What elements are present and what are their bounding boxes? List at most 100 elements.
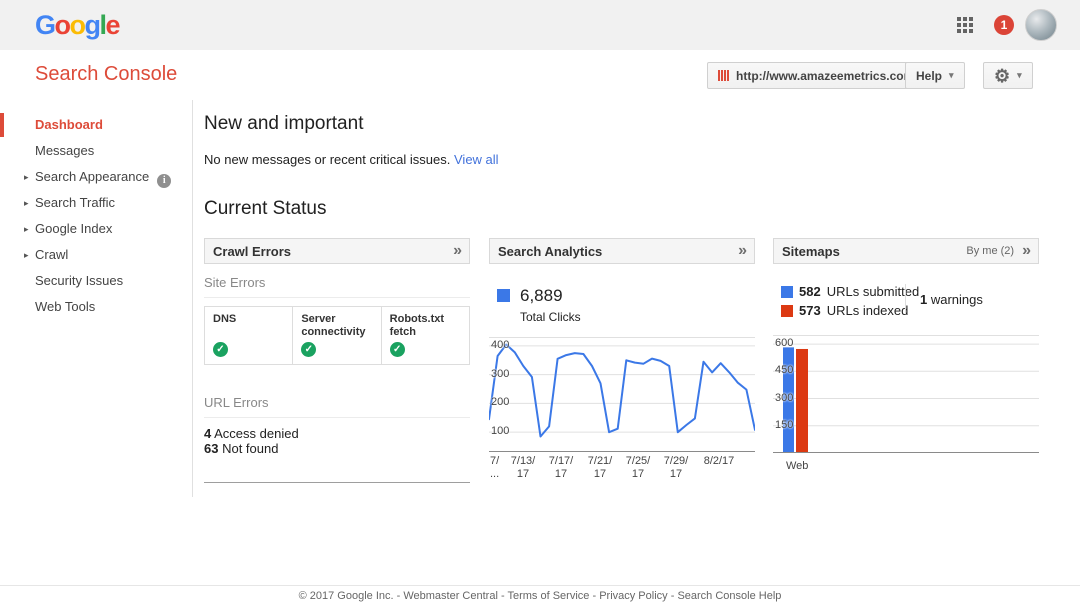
y-axis-tick-label: 450	[775, 364, 793, 377]
logo-letter: G	[35, 10, 55, 40]
urls-bar-chart[interactable]: 150300450600	[773, 335, 1039, 453]
info-icon[interactable]: i	[157, 174, 171, 188]
y-axis-tick-label: 400	[491, 339, 509, 352]
sitemaps-legend-row: 573 URLs indexed	[781, 303, 1039, 318]
view-all-link[interactable]: View all	[454, 152, 499, 167]
x-axis-tick-label: 7/25/17	[618, 455, 658, 481]
sidebar-item-label: Google Index	[35, 221, 112, 236]
warnings-text: 1 warnings	[920, 292, 983, 307]
url-error-row[interactable]: 4 Access denied	[204, 426, 470, 441]
warnings-label: warnings	[931, 292, 983, 307]
double-chevron-icon[interactable]: »	[1022, 242, 1030, 260]
expand-triangle-icon[interactable]: ▸	[24, 164, 29, 190]
notification-badge[interactable]: 1	[994, 15, 1014, 35]
sidebar-item-security-issues[interactable]: Security Issues	[0, 268, 192, 294]
footer-link-webmaster-central[interactable]: Webmaster Central	[403, 590, 498, 602]
page-title: Search Console	[35, 63, 177, 86]
footer-link-search-console-help[interactable]: Search Console Help	[677, 590, 781, 602]
google-logo[interactable]: Google	[35, 10, 119, 41]
total-clicks-label: Total Clicks	[520, 310, 581, 324]
x-axis-tick-label: 8/2/17	[699, 455, 739, 468]
sidebar-item-dashboard[interactable]: Dashboard	[0, 112, 192, 138]
sidebar-item-label: Search Appearance	[35, 169, 149, 184]
total-clicks-value: 6,889	[520, 286, 581, 306]
current-status-heading: Current Status	[204, 198, 327, 220]
search-analytics-header[interactable]: Search Analytics »	[489, 238, 755, 264]
sidebar-item-google-index[interactable]: ▸ Google Index	[0, 216, 192, 242]
property-bars-icon	[718, 70, 729, 81]
url-error-count: 4	[204, 426, 211, 441]
settings-button[interactable]: ⚙︎ ▾	[983, 62, 1033, 89]
sidebar-item-label: Search Traffic	[35, 195, 115, 210]
sitemaps-header[interactable]: Sitemaps By me (2) »	[773, 238, 1039, 264]
x-axis-tick-label: 7/29/17	[656, 455, 696, 481]
footer-link-terms-of-service[interactable]: Terms of Service	[507, 590, 589, 602]
logo-letter: e	[106, 10, 120, 40]
y-axis-tick-label: 150	[775, 419, 793, 432]
help-button[interactable]: Help ▾	[905, 62, 965, 89]
site-check-label: DNS	[213, 313, 284, 339]
legend-label: URLs indexed	[827, 303, 909, 318]
logo-letter: o	[70, 10, 85, 40]
sitemaps-title: Sitemaps	[782, 244, 840, 259]
sitemaps-legend-row: 582URLs submitted	[781, 284, 1039, 299]
site-check-cell[interactable]: DNS✓	[205, 307, 293, 364]
footer-link-privacy-policy[interactable]: Privacy Policy	[599, 590, 667, 602]
url-error-row[interactable]: 63 Not found	[204, 441, 470, 456]
bar-chart-category-label: Web	[786, 460, 808, 472]
search-analytics-panel: Search Analytics » 6,889 Total Clicks 10…	[489, 238, 755, 488]
sidebar-item-label: Security Issues	[35, 273, 123, 288]
y-axis-tick-label: 300	[491, 368, 509, 381]
site-check-cell[interactable]: Server connectivity✓	[293, 307, 381, 364]
y-axis-tick-label: 200	[491, 396, 509, 409]
x-axis-tick-label: 7/21/17	[580, 455, 620, 481]
site-check-cell[interactable]: Robots.txt fetch ✓	[382, 307, 469, 364]
x-axis-tick-label: 7/13/17	[503, 455, 543, 481]
no-messages-text: No new messages or recent critical issue…	[204, 152, 450, 167]
expand-triangle-icon[interactable]: ▸	[24, 242, 29, 268]
y-axis-tick-label: 100	[491, 425, 509, 438]
sidebar-item-messages[interactable]: Messages	[0, 138, 192, 164]
avatar[interactable]	[1025, 9, 1057, 41]
logo-letter: o	[55, 10, 70, 40]
expand-triangle-icon[interactable]: ▸	[24, 190, 29, 216]
url-error-count: 63	[204, 441, 218, 456]
y-axis-tick-label: 300	[775, 392, 793, 405]
messages-status-line: No new messages or recent critical issue…	[204, 152, 499, 167]
check-ok-icon: ✓	[390, 342, 405, 357]
gear-icon: ⚙︎	[994, 67, 1010, 85]
legend-swatch	[781, 286, 793, 298]
legend-swatch-blue	[497, 289, 510, 302]
expand-triangle-icon[interactable]: ▸	[24, 216, 29, 242]
url-errors-list: 4 Access denied63 Not found	[204, 426, 470, 456]
sidebar-item-label: Messages	[35, 143, 94, 158]
sidebar-item-label: Dashboard	[35, 117, 103, 132]
crawl-errors-header[interactable]: Crawl Errors »	[204, 238, 470, 264]
help-label: Help	[916, 69, 942, 83]
apps-grid-icon[interactable]	[957, 17, 974, 34]
double-chevron-icon[interactable]: »	[738, 242, 746, 260]
double-chevron-icon[interactable]: »	[453, 242, 461, 260]
sidebar-item-web-tools[interactable]: Web Tools	[0, 294, 192, 320]
clicks-line-chart[interactable]: 100 200 300 400	[489, 337, 755, 452]
legend-count: 573	[799, 303, 821, 318]
topbar: Google 1	[0, 0, 1080, 50]
sidebar-item-search-appearance[interactable]: ▸ Search Appearance i	[0, 164, 192, 190]
sidebar-item-label: Web Tools	[35, 299, 95, 314]
sidebar-item-label: Crawl	[35, 247, 68, 262]
sidebar-item-crawl[interactable]: ▸ Crawl	[0, 242, 192, 268]
new-and-important-heading: New and important	[204, 113, 363, 135]
search-analytics-title: Search Analytics	[498, 244, 602, 259]
panel-divider	[204, 482, 470, 483]
site-errors-table: DNS✓Server connectivity✓Robots.txt fetch…	[204, 306, 470, 365]
property-url: http://www.amazeemetrics.com/	[736, 69, 918, 83]
site-check-label: Server connectivity	[301, 313, 372, 339]
site-errors-label: Site Errors	[204, 275, 470, 298]
chevron-down-icon: ▾	[1017, 70, 1022, 81]
sidebar-item-search-traffic[interactable]: ▸ Search Traffic	[0, 190, 192, 216]
sidebar: Dashboard Messages ▸ Search Appearance i ▸ Sea…	[0, 100, 193, 497]
site-check-label: Robots.txt fetch	[390, 313, 461, 339]
footer: © 2017 Google Inc. - Webmaster Central -…	[0, 585, 1080, 608]
sitemaps-legend: 582URLs submitted 573 URLs indexed	[781, 284, 1039, 318]
footer-copyright: © 2017 Google Inc.	[299, 590, 394, 602]
